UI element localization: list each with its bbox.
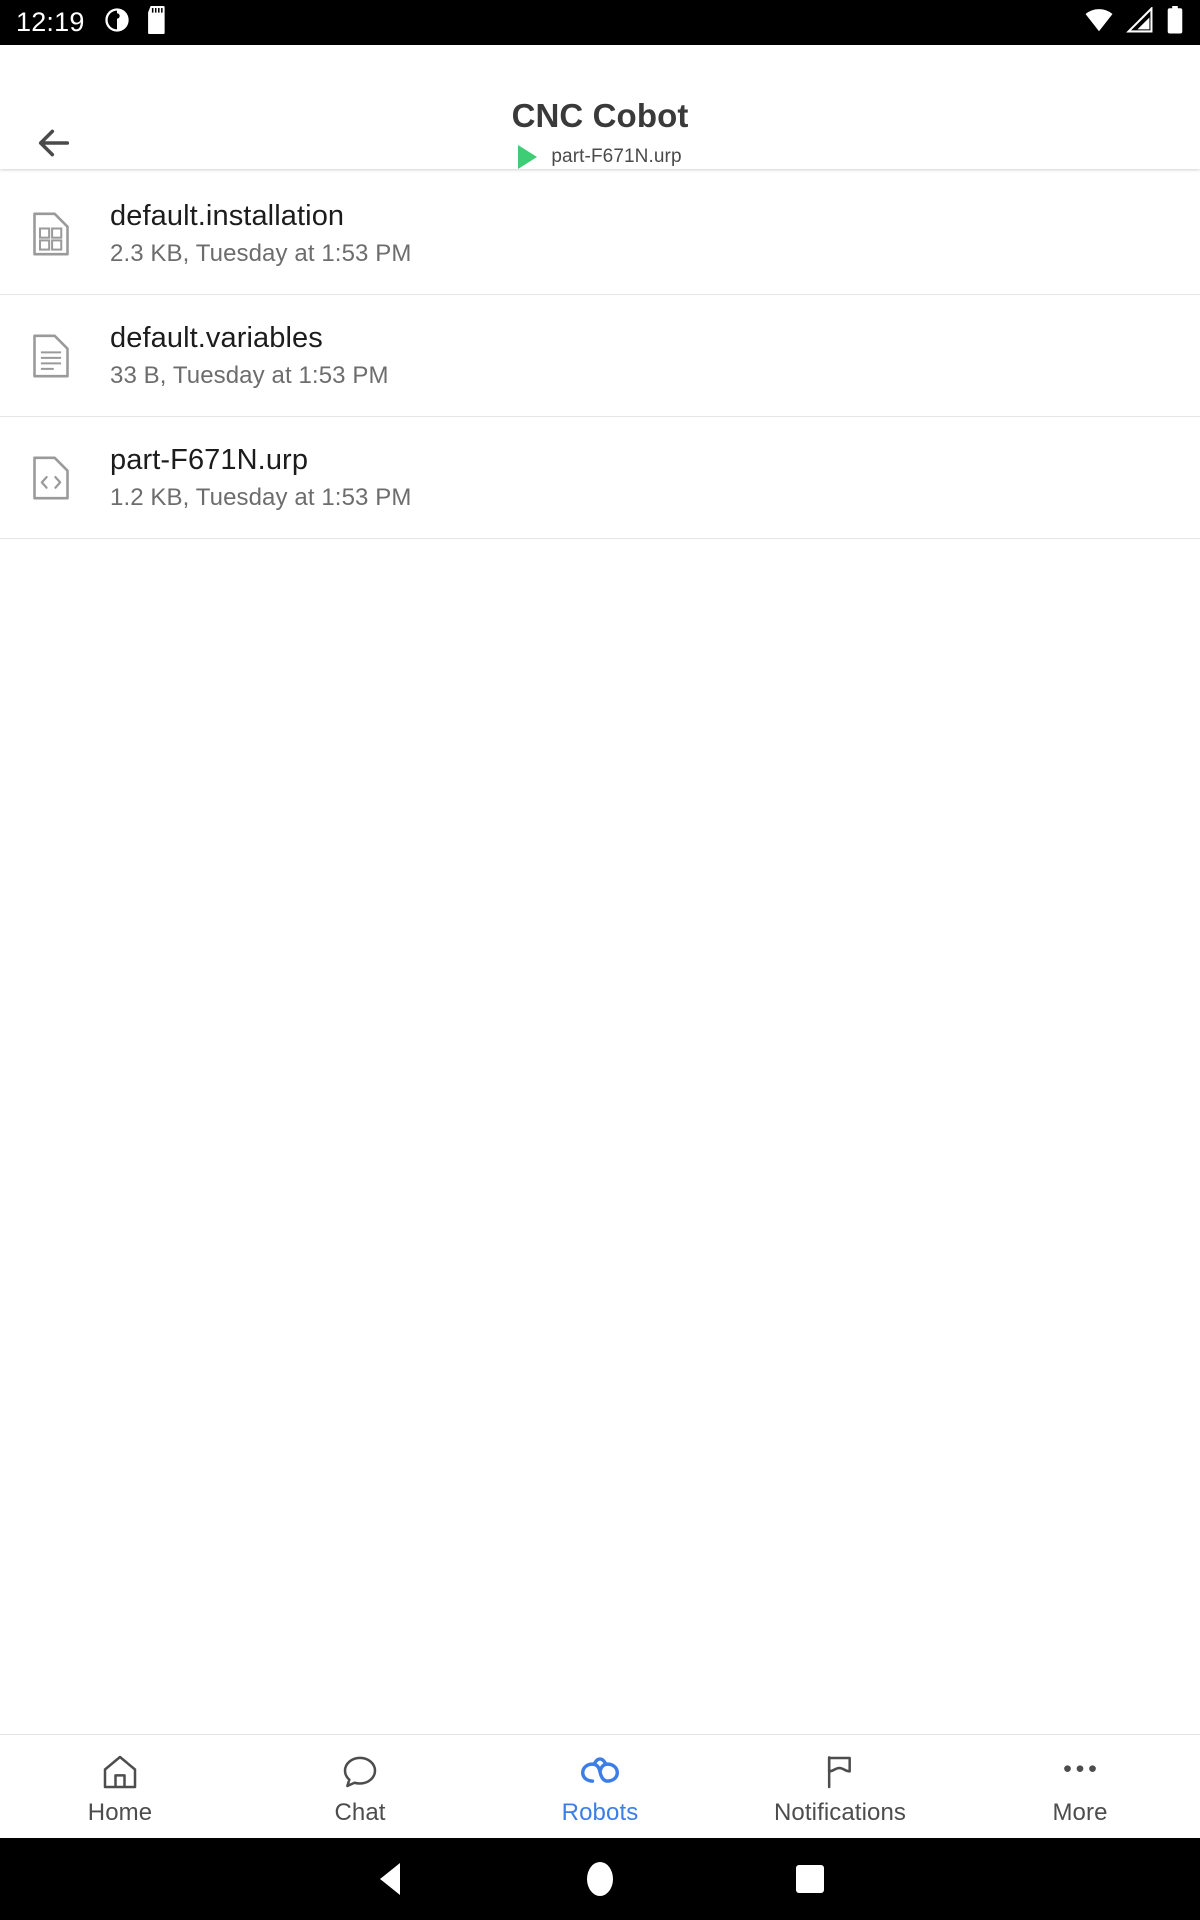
file-name: part-F671N.urp	[110, 444, 309, 477]
app-screen: 12:19 CNC Cobot part-F671N.urp default.i…	[0, 0, 1200, 1920]
app-header: CNC Cobot part-F671N.urp	[0, 45, 1200, 169]
timer-icon	[103, 6, 131, 39]
nav-label: More	[1052, 1799, 1108, 1826]
status-bar-left-icons	[103, 6, 169, 39]
list-divider	[0, 537, 1200, 539]
list-item[interactable]: part-F671N.urp 1.2 KB, Tuesday at 1:53 P…	[0, 417, 1200, 539]
system-recents-button[interactable]	[705, 1865, 915, 1893]
system-home-icon	[587, 1862, 613, 1896]
file-meta: 33 B, Tuesday at 1:53 PM	[110, 361, 389, 389]
system-recents-icon	[796, 1865, 824, 1893]
robot-program-status: part-F671N.urp	[518, 144, 682, 169]
nav-label: Chat	[334, 1799, 386, 1826]
home-icon	[100, 1752, 140, 1792]
file-name: default.installation	[110, 200, 345, 233]
system-back-button[interactable]	[285, 1863, 495, 1895]
system-navigation-bar	[0, 1838, 1200, 1920]
system-home-button[interactable]	[495, 1862, 705, 1896]
file-list: default.installation 2.3 KB, Tuesday at …	[0, 168, 1200, 1734]
nav-item-more[interactable]: More	[960, 1735, 1200, 1838]
list-item[interactable]: default.installation 2.3 KB, Tuesday at …	[0, 173, 1200, 295]
list-item-text: part-F671N.urp 1.2 KB, Tuesday at 1:53 P…	[110, 443, 411, 513]
nav-item-home[interactable]: Home	[0, 1735, 240, 1838]
page-title: CNC Cobot	[511, 97, 689, 134]
flag-icon	[820, 1752, 860, 1792]
more-dots-icon	[1058, 1752, 1102, 1792]
binary-file-icon	[28, 212, 74, 256]
nav-item-notifications[interactable]: Notifications	[720, 1735, 960, 1838]
list-item-text: default.variables 33 B, Tuesday at 1:53 …	[110, 321, 389, 391]
cellular-signal-icon	[1126, 6, 1154, 38]
back-button[interactable]	[30, 121, 78, 169]
status-bar-clock: 12:19	[16, 7, 85, 37]
program-name: part-F671N.urp	[551, 145, 682, 167]
nav-label: Robots	[561, 1799, 639, 1826]
back-arrow-icon	[34, 123, 74, 168]
file-meta: 2.3 KB, Tuesday at 1:53 PM	[110, 239, 412, 267]
bottom-navigation: Home Chat Robots Notifications More	[0, 1734, 1200, 1838]
file-meta: 1.2 KB, Tuesday at 1:53 PM	[110, 483, 412, 511]
play-icon	[518, 144, 538, 169]
list-item[interactable]: default.variables 33 B, Tuesday at 1:53 …	[0, 295, 1200, 417]
chat-bubble-icon	[340, 1752, 380, 1792]
header-center: CNC Cobot part-F671N.urp	[0, 45, 1200, 169]
nav-item-robots[interactable]: Robots	[480, 1735, 720, 1838]
wifi-icon	[1084, 7, 1114, 38]
sd-card-icon	[145, 6, 169, 39]
file-name: default.variables	[110, 322, 323, 355]
text-file-icon	[28, 334, 74, 378]
nav-label: Notifications	[773, 1799, 907, 1826]
status-bar: 12:19	[0, 0, 1200, 45]
system-back-icon	[380, 1863, 400, 1895]
nav-label: Home	[87, 1799, 153, 1826]
nav-item-chat[interactable]: Chat	[240, 1735, 480, 1838]
robots-icon	[578, 1752, 622, 1792]
status-bar-right-icons	[1084, 6, 1184, 39]
list-item-text: default.installation 2.3 KB, Tuesday at …	[110, 199, 411, 269]
battery-icon	[1166, 6, 1184, 39]
code-file-icon	[28, 456, 74, 500]
